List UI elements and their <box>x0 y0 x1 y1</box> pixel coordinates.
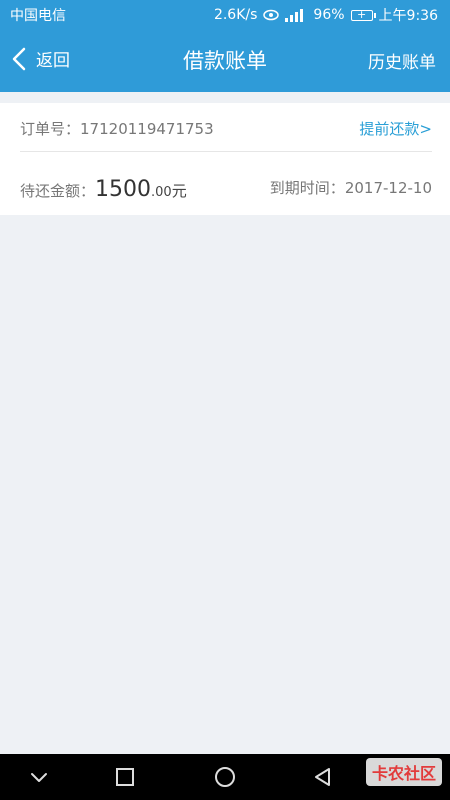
order-number: 17120119471753 <box>80 120 214 138</box>
back-button[interactable]: 返回 <box>12 46 70 71</box>
chevron-left-icon <box>12 47 26 70</box>
due-label: 到期时间： <box>269 179 345 197</box>
prepay-link[interactable]: 提前还款> <box>359 118 432 139</box>
amount-decimal: .00 <box>151 185 172 200</box>
signal-icon <box>285 8 307 22</box>
recents-square-icon[interactable] <box>114 766 136 788</box>
battery-percent: 96% <box>313 7 345 23</box>
screen: 中国电信 2.6K/s 96% + 上午9:36 返回 借款账单 历史账单 订单… <box>0 0 450 800</box>
history-bills-button[interactable]: 历史账单 <box>368 48 436 73</box>
due-date: 2017-12-10 <box>344 179 432 197</box>
amount-unit: 元 <box>171 182 187 200</box>
status-bar: 中国电信 2.6K/s 96% + 上午9:36 <box>0 0 450 28</box>
network-speed: 2.6K/s <box>213 7 258 23</box>
amount-info: 待还金额：1500.00元 <box>20 177 187 202</box>
back-label: 返回 <box>36 51 70 71</box>
amount-integer: 1500 <box>95 177 152 202</box>
order-info: 订单号：17120119471753 <box>20 118 214 139</box>
order-row: 订单号：17120119471753 提前还款> <box>20 103 432 152</box>
order-label: 订单号： <box>20 120 81 138</box>
chevron-down-icon[interactable] <box>28 766 50 788</box>
status-right: 2.6K/s 96% + 上午9:36 <box>214 5 438 25</box>
battery-icon: + <box>350 8 376 21</box>
carrier-label: 中国电信 <box>10 8 66 24</box>
clock: 上午9:36 <box>378 8 438 24</box>
home-circle-icon[interactable] <box>214 766 236 788</box>
watermark-logo: 卡农社区 <box>365 758 442 786</box>
nav-bar: 返回 借款账单 历史账单 <box>0 28 450 92</box>
amount-label: 待还金额： <box>20 182 96 200</box>
back-triangle-icon[interactable] <box>312 766 334 788</box>
amount-row: 待还金额：1500.00元 到期时间：2017-12-10 <box>20 165 432 205</box>
eye-icon <box>263 9 280 21</box>
due-info: 到期时间：2017-12-10 <box>270 177 432 198</box>
bill-card: 订单号：17120119471753 提前还款> 待还金额：1500.00元 到… <box>0 103 450 215</box>
